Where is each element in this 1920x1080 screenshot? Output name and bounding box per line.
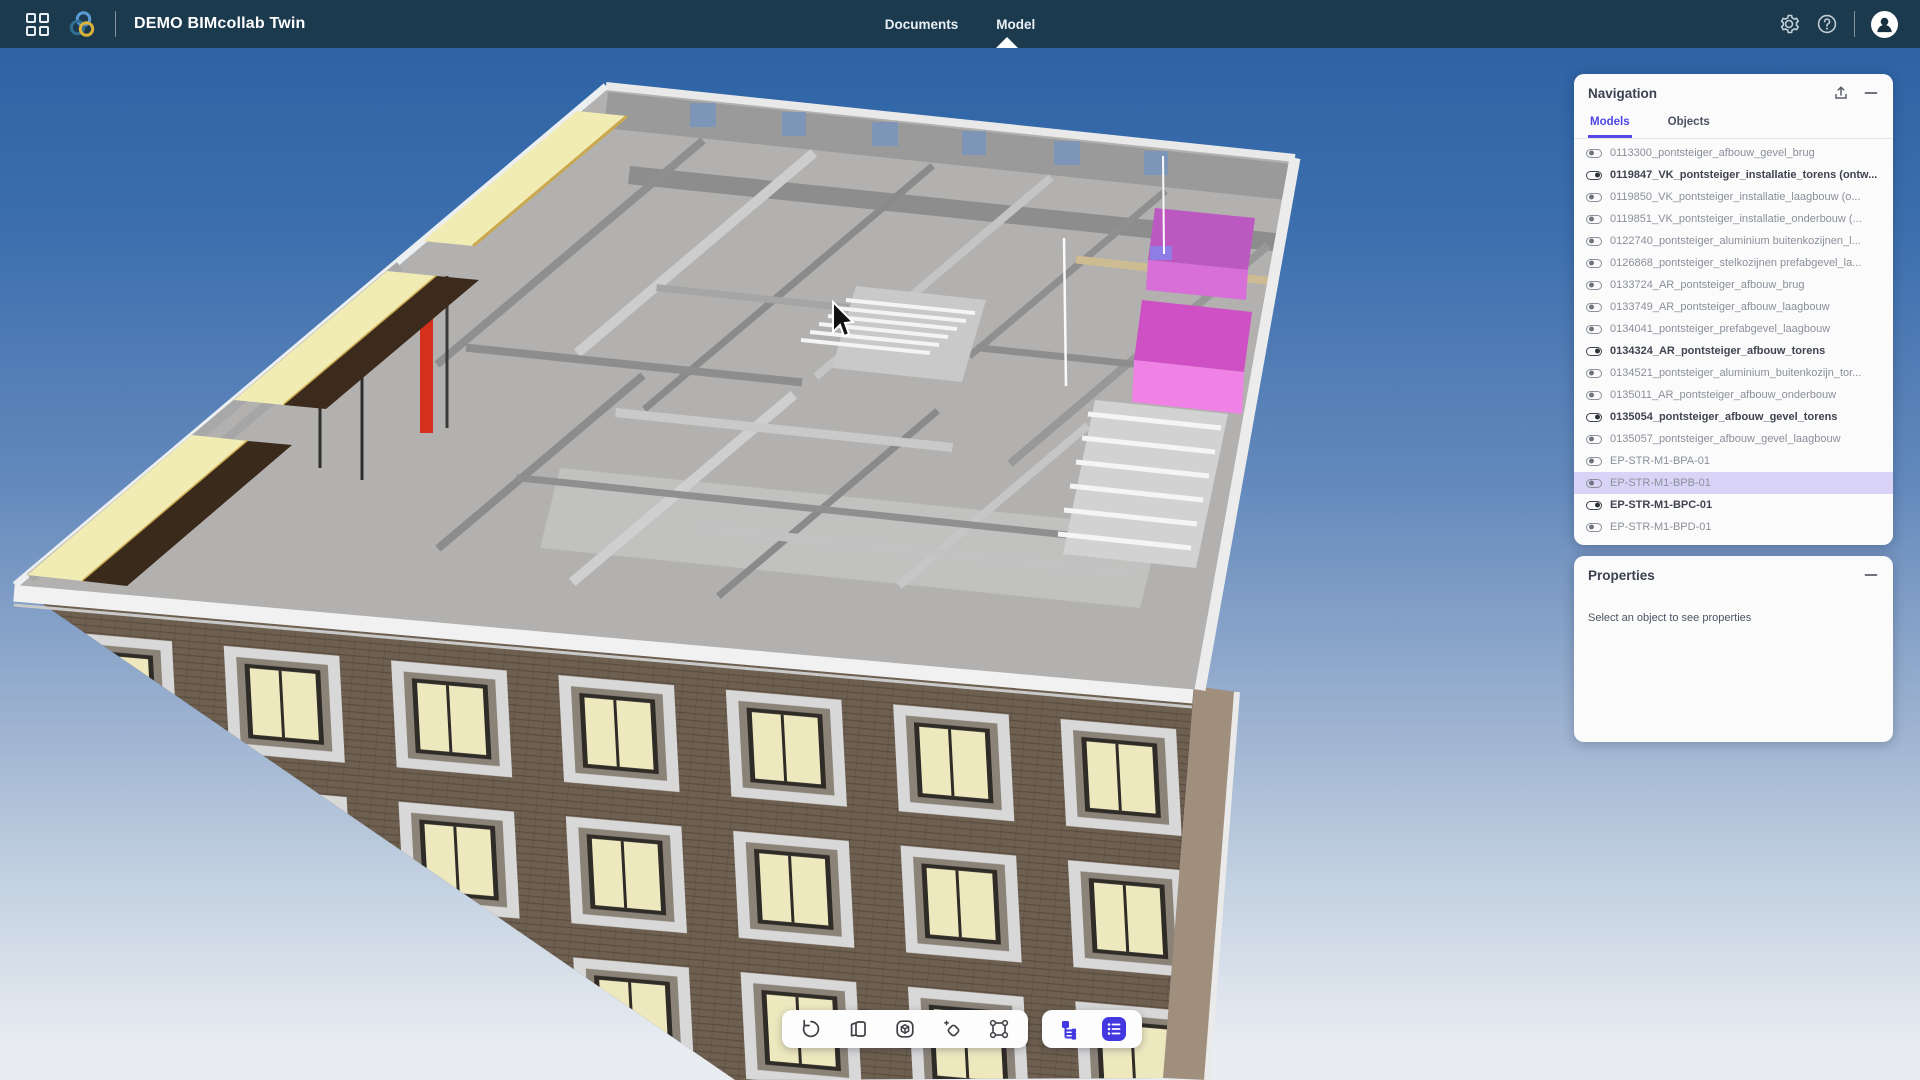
model-list-item[interactable]: 0133749_AR_pontsteiger_afbouw_laagbouw	[1574, 296, 1893, 318]
model-visibility-toggle[interactable]	[1586, 501, 1602, 510]
model-tree-icon[interactable]	[1053, 1013, 1087, 1045]
model-list-item[interactable]: 0113300_pontsteiger_afbouw_gevel_brug	[1574, 142, 1893, 164]
export-icon[interactable]	[1833, 85, 1849, 101]
area-select-icon[interactable]	[982, 1013, 1016, 1045]
model-visibility-toggle[interactable]	[1586, 391, 1602, 400]
properties-title: Properties	[1588, 568, 1863, 583]
model-visibility-toggle[interactable]	[1586, 215, 1602, 224]
model-name: 0135057_pontsteiger_afbouw_gevel_laagbou…	[1610, 433, 1841, 445]
top-bar: DEMO BIMcollab Twin Documents Model	[0, 0, 1920, 48]
model-name: 0119850_VK_pontsteiger_installatie_laagb…	[1610, 191, 1861, 203]
navigation-tabs: Models Objects	[1574, 108, 1893, 139]
model-list-item[interactable]: 0119847_VK_pontsteiger_installatie_toren…	[1574, 164, 1893, 186]
model-list-item[interactable]: 0134521_pontsteiger_aluminium_buitenkozi…	[1574, 362, 1893, 384]
model-list-item[interactable]: 0134041_pontsteiger_prefabgevel_laagbouw	[1574, 318, 1893, 340]
home-view-icon[interactable]	[888, 1013, 922, 1045]
collapse-icon[interactable]	[1863, 567, 1879, 583]
model-list-item[interactable]: EP-STR-M1-BPA-01	[1574, 450, 1893, 472]
model-visibility-toggle[interactable]	[1586, 281, 1602, 290]
model-name: 0134041_pontsteiger_prefabgevel_laagbouw	[1610, 323, 1830, 335]
model-list-item[interactable]: 0126868_pontsteiger_stelkozijnen prefabg…	[1574, 252, 1893, 274]
model-list-item[interactable]: 0135011_AR_pontsteiger_afbouw_onderbouw	[1574, 384, 1893, 406]
tab-documents[interactable]: Documents	[885, 17, 959, 32]
navigation-panel: Navigation Models Objects 0113300_pontst…	[1574, 74, 1893, 545]
model-visibility-toggle[interactable]	[1586, 303, 1602, 312]
model-name: 0119851_VK_pontsteiger_installatie_onder…	[1610, 213, 1862, 225]
model-list-item[interactable]: 0135054_pontsteiger_afbouw_gevel_torens	[1574, 406, 1893, 428]
model-list-item[interactable]: EP-STR-M1-BPC-01	[1574, 494, 1893, 516]
collapse-icon[interactable]	[1863, 85, 1879, 101]
model-visibility-toggle[interactable]	[1586, 369, 1602, 378]
panel-toolbar	[1042, 1010, 1142, 1048]
apps-grid-icon[interactable]	[26, 13, 49, 36]
model-name: 0134521_pontsteiger_aluminium_buitenkozi…	[1610, 367, 1861, 379]
model-name: 0119847_VK_pontsteiger_installatie_toren…	[1610, 169, 1877, 181]
model-name: 0122740_pontsteiger_aluminium buitenkozi…	[1610, 235, 1861, 247]
properties-panel: Properties Select an object to see prope…	[1574, 556, 1893, 742]
model-list-item[interactable]: 0133724_AR_pontsteiger_afbouw_brug	[1574, 274, 1893, 296]
navigation-title: Navigation	[1588, 86, 1833, 101]
model-visibility-toggle[interactable]	[1586, 413, 1602, 422]
model-list-item[interactable]: EP-STR-M1-BPD-01	[1574, 516, 1893, 538]
properties-empty-message: Select an object to see properties	[1574, 590, 1893, 646]
app-title: DEMO BIMcollab Twin	[134, 15, 306, 33]
model-list-item[interactable]: 0119850_VK_pontsteiger_installatie_laagb…	[1574, 186, 1893, 208]
model-visibility-toggle[interactable]	[1586, 149, 1602, 158]
tab-objects[interactable]: Objects	[1666, 110, 1712, 138]
tab-model[interactable]: Model	[996, 17, 1035, 32]
model-visibility-toggle[interactable]	[1586, 325, 1602, 334]
model-name: 0126868_pontsteiger_stelkozijnen prefabg…	[1610, 257, 1861, 269]
model-list: 0113300_pontsteiger_afbouw_gevel_brug 01…	[1574, 139, 1893, 545]
model-name: EP-STR-M1-BPD-01	[1610, 521, 1711, 533]
model-visibility-toggle[interactable]	[1586, 435, 1602, 444]
model-name: 0135011_AR_pontsteiger_afbouw_onderbouw	[1610, 389, 1836, 401]
reset-view-icon[interactable]	[794, 1013, 828, 1045]
model-name: 0134324_AR_pontsteiger_afbouw_torens	[1610, 345, 1825, 357]
model-visibility-toggle[interactable]	[1586, 171, 1602, 180]
model-name: EP-STR-M1-BPC-01	[1610, 499, 1712, 511]
account-avatar-icon[interactable]	[1871, 11, 1898, 38]
model-visibility-toggle[interactable]	[1586, 347, 1602, 356]
model-name: EP-STR-M1-BPA-01	[1610, 455, 1710, 467]
model-list-item[interactable]: EP-STR-M1-BPB-01	[1574, 472, 1893, 494]
model-visibility-toggle[interactable]	[1586, 523, 1602, 532]
model-visibility-toggle[interactable]	[1586, 479, 1602, 488]
model-name: EP-STR-M1-BPB-01	[1610, 477, 1711, 489]
bimcollab-logo-icon	[67, 9, 97, 39]
model-name: 0133724_AR_pontsteiger_afbouw_brug	[1610, 279, 1805, 291]
settings-gear-icon[interactable]	[1778, 13, 1800, 35]
list-panel-icon[interactable]	[1097, 1013, 1131, 1045]
clip-tool-icon[interactable]	[935, 1013, 969, 1045]
view-toolbar	[782, 1010, 1028, 1048]
model-visibility-toggle[interactable]	[1586, 193, 1602, 202]
help-icon[interactable]	[1816, 13, 1838, 35]
model-visibility-toggle[interactable]	[1586, 457, 1602, 466]
active-tab-caret	[996, 37, 1018, 48]
tab-models[interactable]: Models	[1588, 110, 1632, 138]
model-list-item[interactable]: 0134324_AR_pontsteiger_afbouw_torens	[1574, 340, 1893, 362]
model-name: 0113300_pontsteiger_afbouw_gevel_brug	[1610, 147, 1815, 159]
model-name: 0133749_AR_pontsteiger_afbouw_laagbouw	[1610, 301, 1830, 313]
model-visibility-toggle[interactable]	[1586, 259, 1602, 268]
model-list-item[interactable]: 0122740_pontsteiger_aluminium buitenkozi…	[1574, 230, 1893, 252]
divider	[115, 11, 116, 37]
section-views-icon[interactable]	[841, 1013, 875, 1045]
model-name: 0135054_pontsteiger_afbouw_gevel_torens	[1610, 411, 1837, 423]
model-list-item[interactable]: 0135057_pontsteiger_afbouw_gevel_laagbou…	[1574, 428, 1893, 450]
model-list-item[interactable]: 0119851_VK_pontsteiger_installatie_onder…	[1574, 208, 1893, 230]
model-visibility-toggle[interactable]	[1586, 237, 1602, 246]
